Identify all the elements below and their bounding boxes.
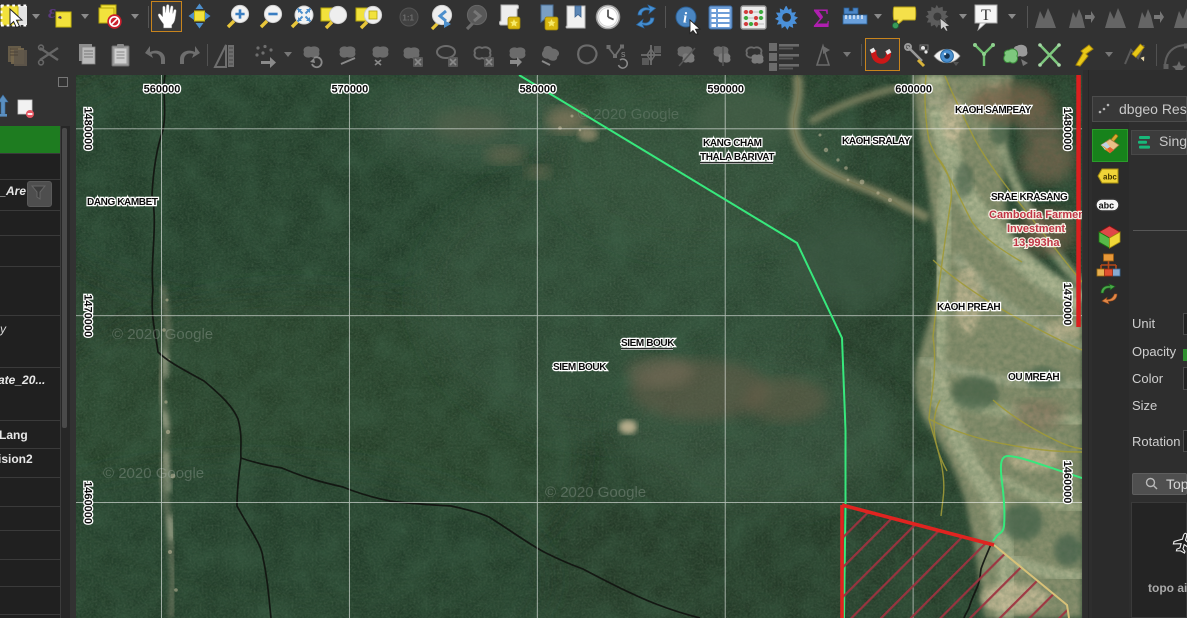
svg-text:KAOH SAMPEAY: KAOH SAMPEAY [955, 105, 1032, 116]
svg-text:580000: 580000 [519, 84, 556, 96]
svg-text:1460000: 1460000 [1061, 461, 1073, 504]
svg-text:Investment: Investment [1007, 223, 1065, 235]
svg-text:THALA BARIVAT: THALA BARIVAT [700, 152, 774, 163]
svg-text:s: s [621, 49, 626, 59]
svg-text:1460000: 1460000 [82, 481, 94, 524]
svg-text:Σ: Σ [813, 4, 830, 33]
svg-text:560000: 560000 [144, 84, 181, 96]
svg-text:DANG KAMBET: DANG KAMBET [87, 197, 158, 208]
svg-text:570000: 570000 [332, 84, 369, 96]
svg-text:OU MREAH: OU MREAH [1008, 372, 1059, 383]
svg-text:13,993ha: 13,993ha [1013, 237, 1060, 249]
svg-text:1470000: 1470000 [1061, 283, 1073, 326]
svg-text:KANG CHAM: KANG CHAM [703, 138, 762, 149]
svg-text:590000: 590000 [707, 84, 744, 96]
svg-text:abc: abc [1103, 173, 1117, 182]
svg-text:1:1: 1:1 [402, 14, 414, 23]
svg-text:SRAE KRASANG: SRAE KRASANG [991, 192, 1068, 203]
svg-text:© 2020 Google: © 2020 Google [112, 326, 213, 343]
svg-text:1480000: 1480000 [82, 107, 94, 150]
svg-text:© 2020 Google: © 2020 Google [103, 465, 204, 482]
svg-text:abc: abc [1099, 201, 1115, 211]
svg-text:SIEM BOUK: SIEM BOUK [553, 362, 607, 373]
svg-text:Cambodia Farmer: Cambodia Farmer [989, 209, 1082, 221]
svg-text:600000: 600000 [895, 84, 932, 96]
svg-text:SIEM BOUK: SIEM BOUK [621, 338, 675, 349]
svg-text:© 2020 Google: © 2020 Google [545, 484, 646, 501]
svg-text:1480000: 1480000 [1061, 108, 1073, 151]
svg-text:KAOH SRALAY: KAOH SRALAY [842, 136, 911, 147]
svg-text:1470000: 1470000 [82, 294, 94, 337]
svg-text:T: T [981, 7, 991, 24]
svg-text:KAOH PREAH: KAOH PREAH [937, 302, 1000, 313]
svg-text:ε: ε [48, 2, 56, 23]
